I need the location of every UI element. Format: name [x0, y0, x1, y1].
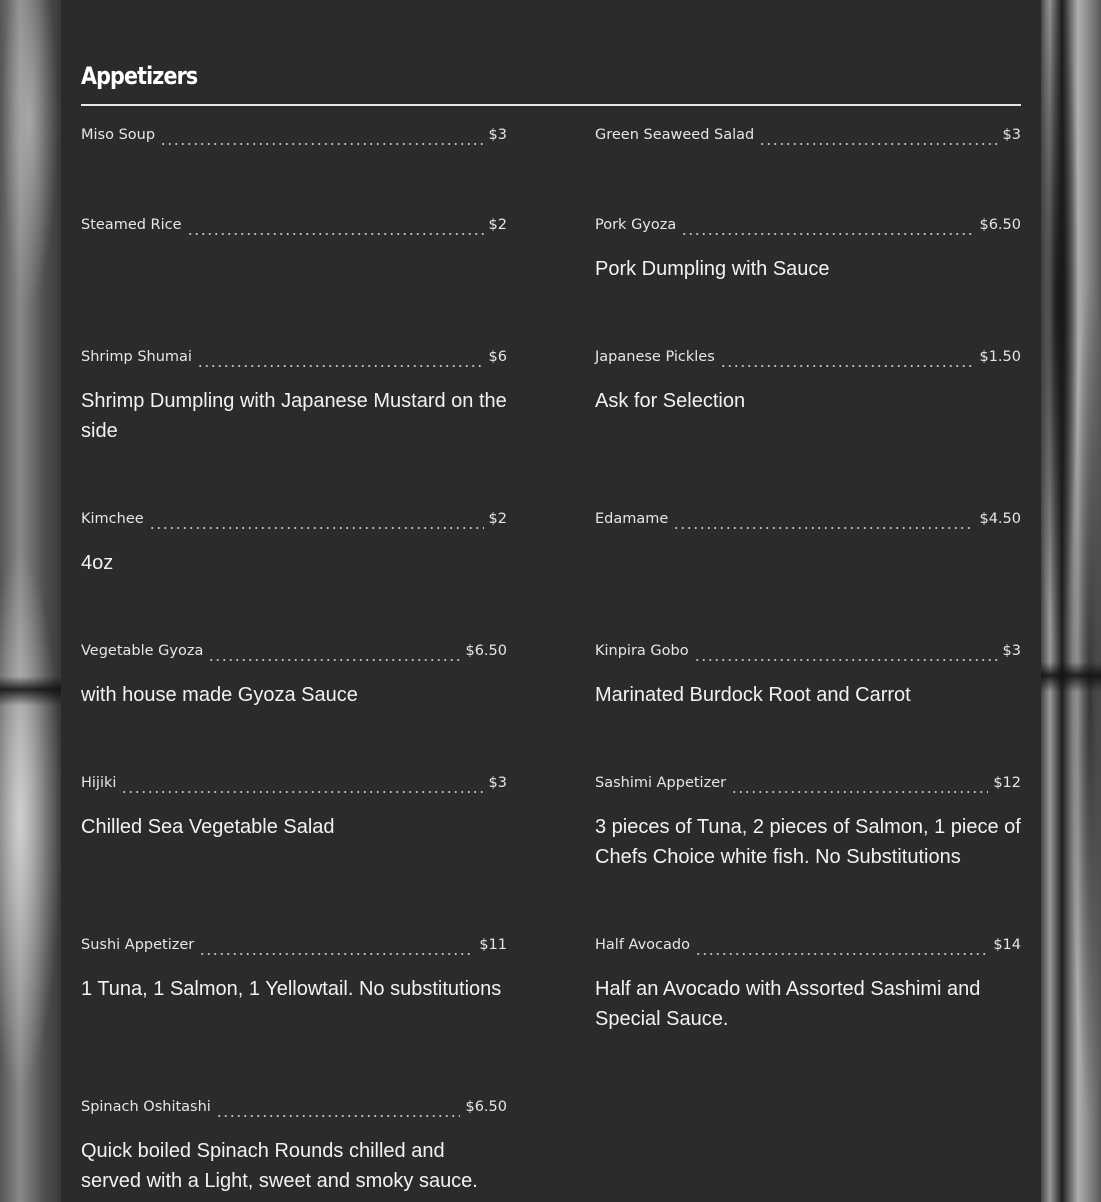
dot-leader: [196, 365, 484, 367]
menu-item-header: Vegetable Gyoza $6.50: [81, 643, 507, 665]
menu-item-name: Japanese Pickles: [595, 349, 715, 365]
menu-item-price: $11: [479, 937, 507, 953]
menu-item: Green Seaweed Salad $3: [595, 127, 1021, 149]
menu-item: Sashimi Appetizer $12 3 pieces of Tuna, …: [595, 775, 1021, 872]
menu-item-name: Sushi Appetizer: [81, 937, 195, 953]
background-band: [1041, 662, 1101, 692]
menu-item-price: $6.50: [465, 643, 507, 659]
menu-item-name: Green Seaweed Salad: [595, 127, 755, 143]
menu-item-name: Miso Soup: [81, 127, 156, 143]
menu-item-description: Quick boiled Spinach Rounds chilled and …: [81, 1140, 478, 1192]
menu-item-header: Kinpira Gobo $3: [595, 643, 1021, 665]
dot-leader: [731, 791, 989, 793]
dot-leader: [121, 791, 484, 793]
menu-item-header: Hijiki $3: [81, 775, 507, 797]
menu-item: Spinach Oshitashi $6.50 Quick boiled Spi…: [81, 1099, 507, 1196]
menu-item-description: 4oz: [81, 552, 114, 574]
dot-leader: [215, 1115, 461, 1117]
dot-leader: [719, 365, 975, 367]
menu-item-header: Spinach Oshitashi $6.50: [81, 1099, 507, 1121]
menu-item-name: Edamame: [595, 511, 669, 527]
dot-leader: [673, 527, 975, 529]
menu-item: Edamame $4.50: [595, 511, 1021, 533]
menu-item: Steamed Rice $2: [81, 217, 507, 239]
menu-panel: Appetizers Miso Soup $3 Green Seaweed Sa…: [61, 0, 1041, 1202]
menu-item-header: Kimchee $2: [81, 511, 507, 533]
menu-item: Kinpira Gobo $3 Marinated Burdock Root a…: [595, 643, 1021, 710]
dot-leader: [759, 143, 998, 145]
menu-item-price: $6.50: [979, 217, 1021, 233]
menu-item-name: Kimchee: [81, 511, 144, 527]
background-band: [0, 676, 61, 706]
menu-item: Pork Gyoza $6.50 Pork Dumpling with Sauc…: [595, 217, 1021, 284]
menu-item-header: Steamed Rice $2: [81, 217, 507, 239]
menu-item-header: Green Seaweed Salad $3: [595, 127, 1021, 149]
menu-item-description: Shrimp Dumpling with Japanese Mustard on…: [81, 390, 507, 442]
menu-item-description: Marinated Burdock Root and Carrot: [595, 684, 911, 706]
menu-item-header: Pork Gyoza $6.50: [595, 217, 1021, 239]
menu-item-name: Shrimp Shumai: [81, 349, 192, 365]
menu-item-header: Sushi Appetizer $11: [81, 937, 507, 959]
menu-item-header: Shrimp Shumai $6: [81, 349, 507, 371]
menu-item-price: $6: [488, 349, 507, 365]
menu-item-header: Miso Soup $3: [81, 127, 507, 149]
dot-leader: [695, 953, 989, 955]
menu-item: Hijiki $3 Chilled Sea Vegetable Salad: [81, 775, 507, 842]
menu-item-price: $1.50: [979, 349, 1021, 365]
menu-item: Shrimp Shumai $6 Shrimp Dumpling with Ja…: [81, 349, 507, 446]
menu-item-name: Steamed Rice: [81, 217, 182, 233]
menu-item-description: with house made Gyoza Sauce: [81, 684, 358, 706]
menu-item-name: Pork Gyoza: [595, 217, 677, 233]
dot-leader: [208, 659, 461, 661]
dot-leader: [148, 527, 484, 529]
dot-leader: [160, 143, 484, 145]
dot-leader: [681, 233, 975, 235]
menu-item-price: $3: [1002, 643, 1021, 659]
menu-item: Vegetable Gyoza $6.50 with house made Gy…: [81, 643, 507, 710]
menu-item: Half Avocado $14 Half an Avocado with As…: [595, 937, 1021, 1034]
menu-item-description: 3 pieces of Tuna, 2 pieces of Salmon, 1 …: [595, 816, 1021, 868]
dot-leader: [186, 233, 484, 235]
menu-item-header: Japanese Pickles $1.50: [595, 349, 1021, 371]
menu-item: Sushi Appetizer $11 1 Tuna, 1 Salmon, 1 …: [81, 937, 507, 1004]
menu-item-header: Half Avocado $14: [595, 937, 1021, 959]
menu-item-name: Vegetable Gyoza: [81, 643, 204, 659]
menu-item-price: $14: [993, 937, 1021, 953]
menu-item-description: Chilled Sea Vegetable Salad: [81, 816, 335, 838]
section-divider: [81, 104, 1021, 106]
menu-item-price: $12: [993, 775, 1021, 791]
dot-leader: [693, 659, 998, 661]
menu-item-name: Spinach Oshitashi: [81, 1099, 211, 1115]
menu-item: Miso Soup $3: [81, 127, 507, 149]
menu-item-price: $4.50: [979, 511, 1021, 527]
menu-item-description: Ask for Selection: [595, 390, 746, 412]
menu-item-price: $3: [488, 127, 507, 143]
menu-item-description: 1 Tuna, 1 Salmon, 1 Yellowtail. No subst…: [81, 978, 502, 1000]
menu-item-header: Edamame $4.50: [595, 511, 1021, 533]
menu-item-price: $6.50: [465, 1099, 507, 1115]
menu-item-description: Half an Avocado with Assorted Sashimi an…: [595, 978, 981, 1030]
menu-item-description: Pork Dumpling with Sauce: [595, 258, 830, 280]
menu-item-name: Half Avocado: [595, 937, 690, 953]
section-title: Appetizers: [81, 62, 198, 90]
menu-item-price: $2: [488, 511, 507, 527]
menu-item-name: Hijiki: [81, 775, 117, 791]
menu-item-price: $3: [1002, 127, 1021, 143]
menu-item-price: $3: [488, 775, 507, 791]
menu-item-name: Kinpira Gobo: [595, 643, 689, 659]
menu-item: Kimchee $2 4oz: [81, 511, 507, 578]
dot-leader: [199, 953, 475, 955]
menu-item-price: $2: [488, 217, 507, 233]
menu-item-name: Sashimi Appetizer: [595, 775, 727, 791]
menu-item-header: Sashimi Appetizer $12: [595, 775, 1021, 797]
menu-item: Japanese Pickles $1.50 Ask for Selection: [595, 349, 1021, 416]
